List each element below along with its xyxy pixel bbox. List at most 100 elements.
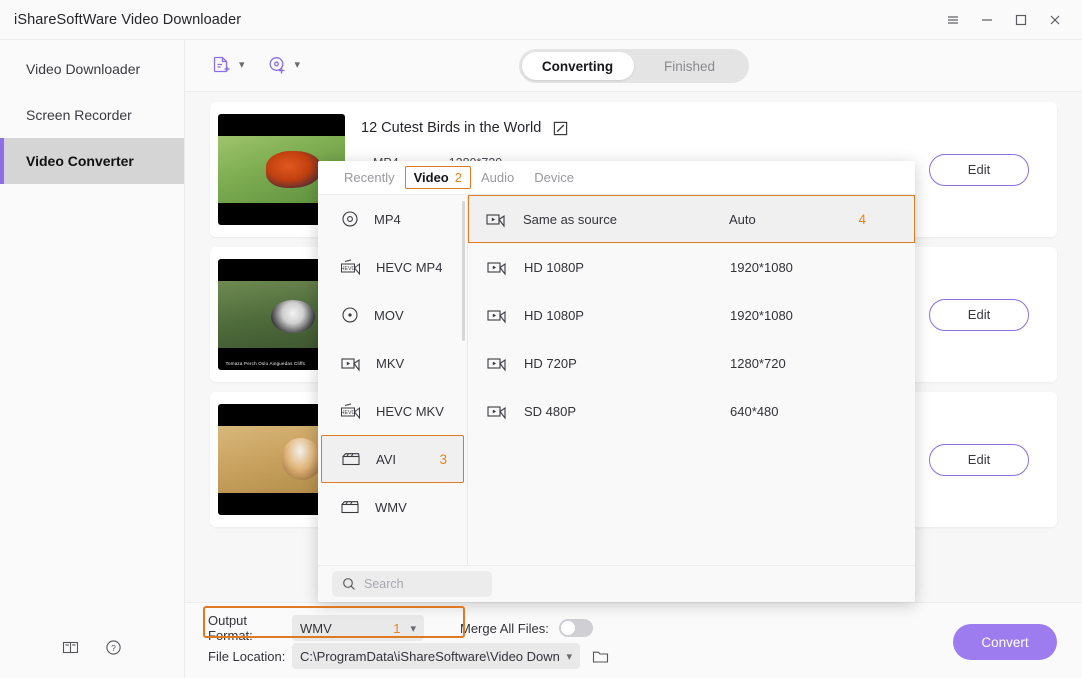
format-label: HEVC MKV xyxy=(376,404,444,419)
edit-button-label: Edit xyxy=(968,452,990,467)
merge-all-files-toggle[interactable] xyxy=(559,619,593,637)
sidebar-item-video-downloader[interactable]: Video Downloader xyxy=(0,46,184,92)
resolution-label: Same as source xyxy=(523,212,729,227)
tab-video[interactable]: Video 2 xyxy=(405,166,471,189)
format-item-wmv[interactable]: WMV xyxy=(318,483,467,531)
resolution-label: HD 1080P xyxy=(524,308,730,323)
sidebar-item-label: Video Downloader xyxy=(26,61,140,77)
resolution-dimensions: 640*480 xyxy=(730,404,778,419)
output-format-row: Output Format: WMV 1 ▾ Merge All Files: xyxy=(208,613,593,643)
minimize-icon[interactable] xyxy=(970,0,1004,40)
chevron-down-icon: ▾ xyxy=(239,60,245,71)
tab-label: Audio xyxy=(481,170,514,185)
output-format-select[interactable]: WMV 1 ▾ xyxy=(292,615,424,641)
resolution-item-hd-1080p-a[interactable]: HD 1080P 1920*1080 xyxy=(468,243,915,291)
sidebar-bottom-icons: ? xyxy=(0,616,185,678)
file-location-row: File Location: C:\ProgramData\iShareSoft… xyxy=(208,643,609,669)
maximize-icon[interactable] xyxy=(1004,0,1038,40)
close-icon[interactable] xyxy=(1038,0,1072,40)
output-format-value: WMV xyxy=(300,621,332,636)
resolution-dimensions: Auto xyxy=(729,212,756,227)
book-icon[interactable] xyxy=(62,639,79,656)
svg-text:HEVC: HEVC xyxy=(341,266,356,272)
resolution-label: SD 480P xyxy=(524,404,730,419)
app-title: iShareSoftWare Video Downloader xyxy=(14,12,241,28)
svg-text:?: ? xyxy=(111,643,116,653)
sidebar-item-screen-recorder[interactable]: Screen Recorder xyxy=(0,92,184,138)
tab-recently[interactable]: Recently xyxy=(334,166,405,189)
chevron-down-icon: ▾ xyxy=(410,622,416,635)
tab-label: Device xyxy=(534,170,574,185)
edit-button[interactable]: Edit xyxy=(929,299,1029,331)
format-item-mp4[interactable]: MP4 xyxy=(318,195,467,243)
convert-button-label: Convert xyxy=(981,635,1028,650)
file-location-select[interactable]: C:\ProgramData\iShareSoftware\Video Down… xyxy=(292,643,580,669)
resolution-dimensions: 1920*1080 xyxy=(730,260,793,275)
format-item-hevc-mp4[interactable]: HEVC HEVC MP4 xyxy=(318,243,467,291)
format-label: MKV xyxy=(376,356,404,371)
resolution-item-hd-720p[interactable]: HD 720P 1280*720 xyxy=(468,339,915,387)
disc-dot-icon xyxy=(340,305,360,325)
format-picker-popup[interactable]: Recently Video 2 Audio Device MP4 xyxy=(318,161,915,602)
resolution-list[interactable]: Same as source Auto 4 HD 1080P 1920*1080… xyxy=(468,195,915,565)
add-disc-icon xyxy=(267,55,288,76)
chevron-down-icon: ▾ xyxy=(566,650,572,663)
video-camera-icon xyxy=(486,305,508,325)
search-input[interactable]: Search xyxy=(332,571,492,597)
add-disc-button[interactable]: ▾ xyxy=(267,55,301,76)
video-camera-icon xyxy=(485,209,507,229)
search-icon xyxy=(342,577,356,591)
search-placeholder: Search xyxy=(364,577,404,591)
menu-icon[interactable] xyxy=(936,0,970,40)
tab-audio[interactable]: Audio xyxy=(471,166,524,189)
help-icon[interactable]: ? xyxy=(105,639,122,656)
window-controls xyxy=(936,0,1082,40)
tab-label: Recently xyxy=(344,170,395,185)
video-title: 12 Cutest Birds in the World xyxy=(361,120,541,136)
file-location-value: C:\ProgramData\iShareSoftware\Video Down xyxy=(300,649,560,664)
tab-device[interactable]: Device xyxy=(524,166,584,189)
output-format-label: Output Format: xyxy=(208,613,292,643)
format-item-mov[interactable]: MOV xyxy=(318,291,467,339)
format-label: AVI xyxy=(376,452,396,467)
convert-button[interactable]: Convert xyxy=(953,624,1057,660)
bottom-bar: Output Format: WMV 1 ▾ Merge All Files: … xyxy=(185,602,1082,678)
merge-all-files-label: Merge All Files: xyxy=(460,621,549,636)
toolbar: ▾ ▾ Converting Finished xyxy=(185,40,1082,92)
clapper-icon xyxy=(340,497,361,517)
format-item-avi[interactable]: AVI 3 xyxy=(321,435,464,483)
format-list-scrollbar[interactable] xyxy=(462,201,465,341)
tab-finished[interactable]: Finished xyxy=(634,52,746,80)
step-badge-4: 4 xyxy=(858,212,866,227)
edit-button[interactable]: Edit xyxy=(929,444,1029,476)
resolution-item-sd-480p[interactable]: SD 480P 640*480 xyxy=(468,387,915,435)
resolution-label: HD 720P xyxy=(524,356,730,371)
format-item-hevc-mkv[interactable]: HEVC HEVC MKV xyxy=(318,387,467,435)
format-label: HEVC MP4 xyxy=(376,260,442,275)
format-item-mkv[interactable]: MKV xyxy=(318,339,467,387)
edit-button[interactable]: Edit xyxy=(929,154,1029,186)
chevron-down-icon: ▾ xyxy=(295,60,301,71)
folder-icon[interactable] xyxy=(592,648,609,665)
rename-icon[interactable] xyxy=(553,121,568,136)
resolution-item-same-as-source[interactable]: Same as source Auto 4 xyxy=(468,195,915,243)
title-bar: iShareSoftWare Video Downloader xyxy=(0,0,1082,40)
step-badge-2: 2 xyxy=(455,170,462,185)
tab-converting[interactable]: Converting xyxy=(522,52,634,80)
add-file-button[interactable]: ▾ xyxy=(211,55,245,76)
format-label: MOV xyxy=(374,308,404,323)
resolution-item-hd-1080p-b[interactable]: HD 1080P 1920*1080 xyxy=(468,291,915,339)
add-file-icon xyxy=(211,55,232,76)
edit-button-label: Edit xyxy=(968,162,990,177)
edit-button-label: Edit xyxy=(968,307,990,322)
sidebar-item-video-converter[interactable]: Video Converter xyxy=(0,138,184,184)
tab-label: Converting xyxy=(542,59,613,74)
resolution-dimensions: 1920*1080 xyxy=(730,308,793,323)
sidebar: Video Downloader Screen Recorder Video C… xyxy=(0,40,185,678)
step-badge-1: 1 xyxy=(393,621,400,636)
svg-text:HEVC: HEVC xyxy=(341,410,356,416)
app-window: iShareSoftWare Video Downloader Video Do… xyxy=(0,0,1082,678)
step-badge-3: 3 xyxy=(439,452,447,467)
sidebar-item-label: Screen Recorder xyxy=(26,107,132,123)
format-list[interactable]: MP4 HEVC HEVC MP4 MOV xyxy=(318,195,468,565)
